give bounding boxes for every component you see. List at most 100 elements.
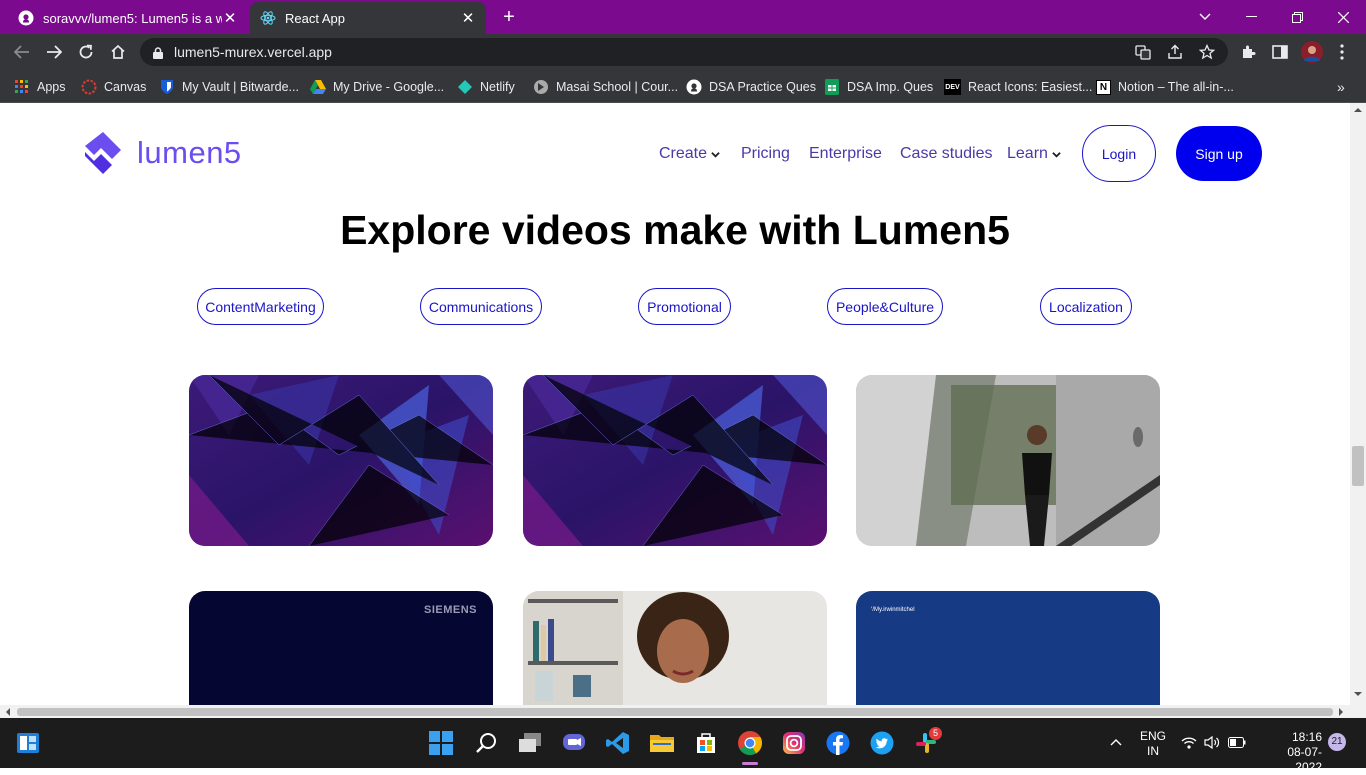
scroll-right-icon[interactable]	[1338, 708, 1344, 716]
horizontal-scroll-thumb[interactable]	[17, 708, 1333, 716]
share-icon[interactable]	[1165, 42, 1185, 62]
back-icon[interactable]	[10, 40, 34, 64]
category-communications[interactable]: Communications	[420, 288, 542, 325]
category-people-culture[interactable]: People&Culture	[827, 288, 943, 325]
microsoft-store-icon[interactable]	[692, 729, 720, 757]
bookmark-label: Masai School | Cour...	[556, 80, 679, 94]
scroll-down-icon[interactable]	[1354, 691, 1362, 697]
widgets-icon[interactable]	[14, 729, 42, 757]
video-card[interactable]: ‘/My.irwinmitchel	[856, 591, 1160, 705]
twitter-icon[interactable]	[868, 729, 896, 757]
restore-button[interactable]	[1274, 0, 1320, 34]
clock[interactable]: 18:16 08-07-2022	[1262, 730, 1322, 775]
video-card[interactable]: SIEMENS	[189, 591, 493, 705]
video-thumbnail	[523, 591, 827, 705]
nav-enterprise[interactable]: Enterprise	[809, 145, 882, 163]
google-drive-icon	[310, 79, 326, 95]
react-icon	[260, 10, 276, 26]
close-window-button[interactable]	[1320, 0, 1366, 34]
tab-search-icon[interactable]	[1182, 0, 1228, 34]
nav-pricing[interactable]: Pricing	[741, 145, 790, 163]
bookmark-label: Netlify	[480, 80, 515, 94]
bookmark-masai[interactable]: Masai School | Cour...	[533, 78, 678, 96]
netlify-icon	[457, 79, 473, 95]
task-view-icon[interactable]	[516, 729, 544, 757]
category-localization[interactable]: Localization	[1040, 288, 1132, 325]
bookmark-bitwarden[interactable]: My Vault | Bitwarde...	[159, 78, 299, 96]
forward-icon[interactable]	[42, 40, 66, 64]
dev-icon: DEV	[944, 79, 961, 95]
login-button[interactable]: Login	[1082, 125, 1156, 182]
video-card[interactable]	[523, 591, 827, 705]
nav-create-label: Create	[659, 145, 708, 162]
bookmark-dsa-imp[interactable]: DSA Imp. Ques	[824, 78, 933, 96]
slack-icon[interactable]: 5	[912, 727, 942, 757]
translate-icon[interactable]	[1133, 42, 1153, 62]
bookmark-canvas[interactable]: Canvas	[81, 78, 146, 96]
tab-react-app[interactable]: React App ✕	[250, 2, 486, 34]
profile-avatar[interactable]	[1301, 41, 1323, 63]
video-thumbnail	[189, 375, 493, 546]
file-explorer-icon[interactable]	[648, 729, 676, 757]
video-card[interactable]	[189, 375, 493, 546]
signup-button[interactable]: Sign up	[1176, 126, 1262, 181]
page-title: Explore videos make with Lumen5	[340, 207, 1010, 253]
nav-learn[interactable]: Learn	[1007, 145, 1061, 163]
home-icon[interactable]	[106, 40, 130, 64]
close-icon[interactable]: ✕	[460, 9, 476, 27]
bookmarks-overflow-icon[interactable]: »	[1337, 78, 1345, 96]
language-indicator[interactable]: ENG IN	[1140, 729, 1166, 759]
bookmark-apps[interactable]: Apps	[14, 78, 66, 96]
wifi-icon[interactable]	[1181, 736, 1197, 752]
bookmark-label: Apps	[37, 80, 66, 94]
extensions-icon[interactable]	[1238, 42, 1258, 62]
bookmark-dsa-practice[interactable]: DSA Practice Ques	[686, 78, 816, 96]
show-hidden-icons[interactable]	[1110, 735, 1122, 749]
instagram-icon[interactable]	[780, 729, 808, 757]
side-panel-icon[interactable]	[1270, 42, 1290, 62]
bookmark-label: DSA Practice Ques	[709, 80, 816, 94]
category-content-marketing[interactable]: ContentMarketing	[197, 288, 324, 325]
battery-icon[interactable]	[1228, 737, 1246, 751]
bookmark-notion[interactable]: N Notion – The all-in-...	[1096, 78, 1234, 96]
facebook-icon[interactable]	[824, 729, 852, 757]
chevron-down-icon	[711, 151, 720, 158]
bookmark-label: Canvas	[104, 80, 147, 94]
nav-learn-label: Learn	[1007, 145, 1048, 162]
chevron-down-icon	[1052, 151, 1061, 158]
bookmark-netlify[interactable]: Netlify	[457, 78, 515, 96]
notification-center-badge[interactable]: 21	[1328, 733, 1346, 751]
search-icon[interactable]	[472, 729, 500, 757]
video-thumbnail: SIEMENS	[189, 591, 493, 705]
minimize-button[interactable]	[1228, 0, 1274, 34]
bookmark-star-icon[interactable]	[1197, 42, 1217, 62]
category-promotional[interactable]: Promotional	[638, 288, 731, 325]
vertical-scroll-thumb[interactable]	[1352, 446, 1364, 486]
browser-tab-bar: soravvv/lumen5: Lumen5 is a wel ✕ React …	[0, 0, 1366, 34]
video-card[interactable]	[523, 375, 827, 546]
teams-chat-icon[interactable]	[560, 729, 588, 757]
menu-dots-icon[interactable]	[1332, 42, 1352, 62]
region-code: IN	[1147, 744, 1159, 758]
volume-icon[interactable]	[1204, 735, 1221, 752]
bookmark-react-icons[interactable]: DEV React Icons: Easiest...	[944, 78, 1092, 96]
windows-start-icon[interactable]	[427, 729, 455, 757]
scroll-left-icon[interactable]	[5, 708, 11, 716]
vertical-scrollbar[interactable]	[1350, 103, 1366, 705]
new-tab-button[interactable]: +	[498, 6, 520, 28]
video-card[interactable]	[856, 375, 1160, 546]
scroll-up-icon[interactable]	[1354, 107, 1362, 113]
nav-case-studies[interactable]: Case studies	[900, 145, 993, 163]
reload-icon[interactable]	[74, 40, 98, 64]
lumen5-logo[interactable]: lumen5	[81, 130, 242, 176]
github-icon	[686, 79, 702, 95]
close-icon[interactable]: ✕	[222, 9, 238, 27]
chrome-icon[interactable]	[736, 729, 764, 757]
vscode-icon[interactable]	[604, 729, 632, 757]
active-app-indicator	[742, 762, 758, 765]
bookmark-google-drive[interactable]: My Drive - Google...	[310, 78, 444, 96]
nav-create[interactable]: Create	[659, 145, 720, 163]
url-text: lumen5-murex.vercel.app	[174, 44, 332, 60]
omnibox[interactable]: lumen5-murex.vercel.app	[140, 38, 1228, 66]
tab-github[interactable]: soravvv/lumen5: Lumen5 is a wel ✕	[8, 2, 248, 34]
